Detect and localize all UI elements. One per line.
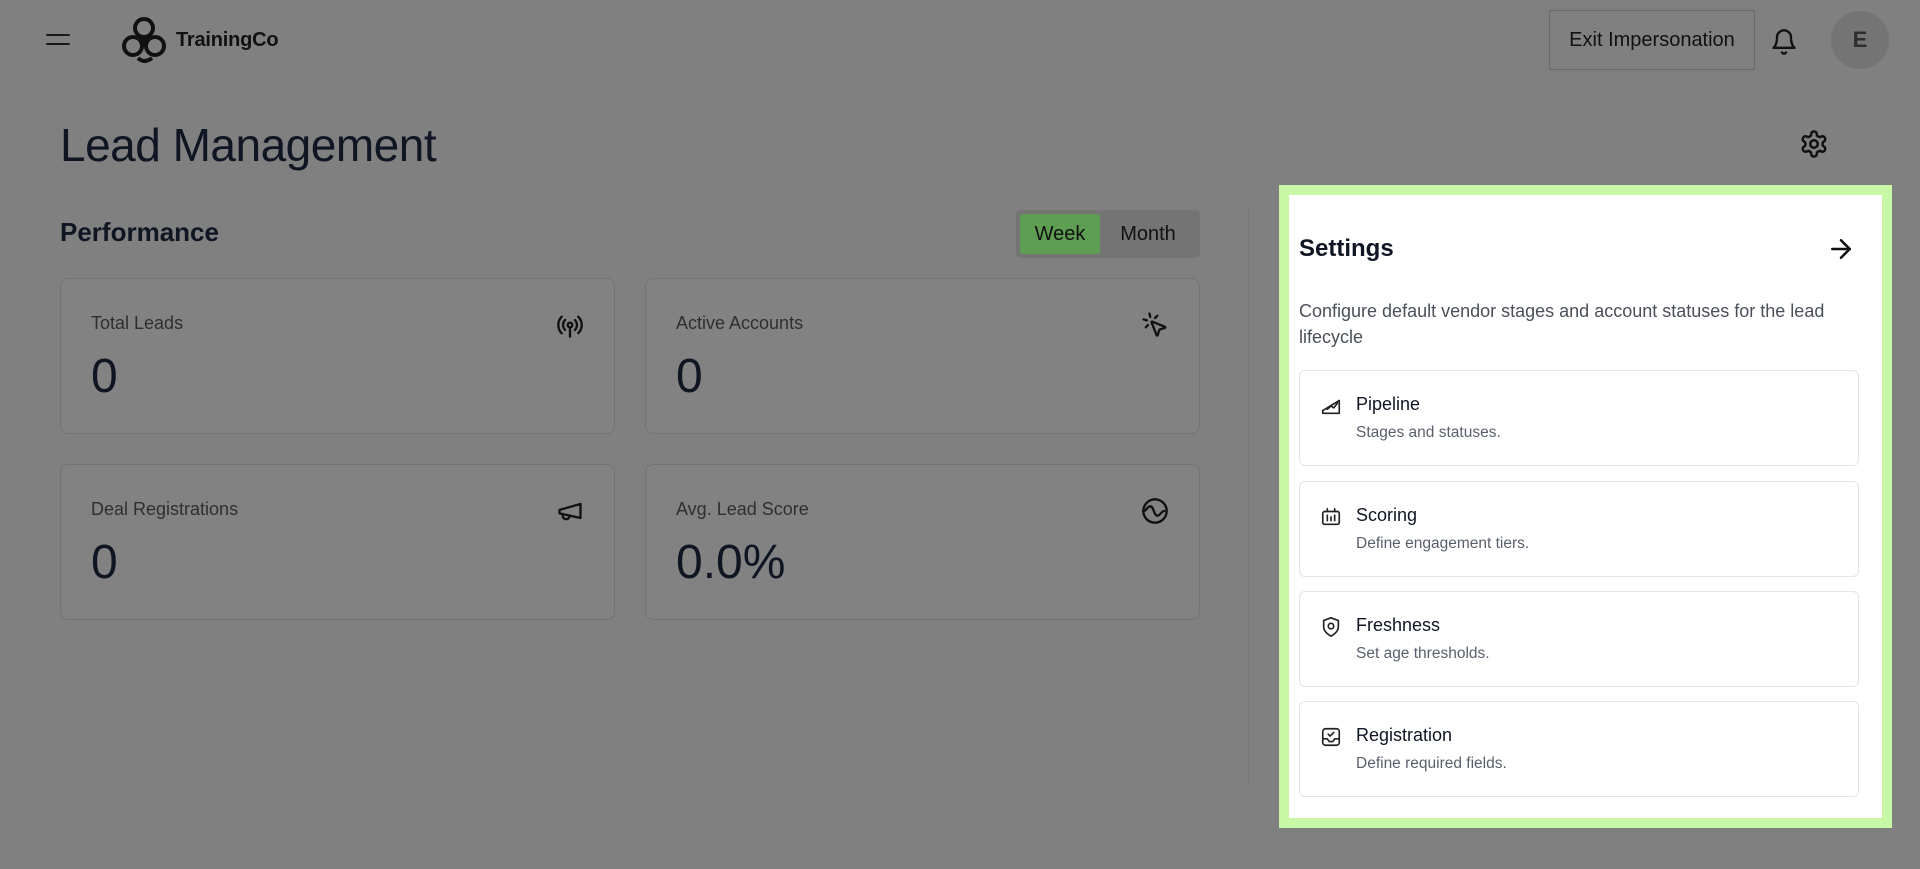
stat-card-value: 0.0%: [676, 536, 786, 589]
stat-card-label: Active Accounts: [676, 313, 804, 333]
shield-icon: [1322, 617, 1340, 637]
settings-title: Settings: [1299, 235, 1394, 262]
settings-item-registration[interactable]: Registration Define required fields.: [1299, 701, 1859, 797]
settings-description: Configure default vendor stages and acco…: [1299, 301, 1825, 347]
stat-card-value: 0: [91, 536, 118, 589]
period-toggle: Week Month: [1016, 210, 1200, 258]
settings-item-subtitle: Define required fields.: [1356, 755, 1507, 772]
bell-icon[interactable]: [1770, 28, 1798, 56]
logo-icon: [122, 17, 166, 63]
settings-item-subtitle: Define engagement tiers.: [1356, 535, 1530, 552]
period-option-month[interactable]: Month: [1104, 214, 1192, 254]
broadcast-icon: [557, 315, 583, 338]
top-bar: TrainingCo Exit Impersonation E: [0, 0, 1920, 80]
stat-card-total-leads: Total Leads 0: [60, 278, 615, 434]
stat-card-label: Total Leads: [91, 313, 184, 333]
stat-card-label: Avg. Lead Score: [676, 499, 809, 519]
section-divider: [1248, 208, 1249, 786]
settings-item-subtitle: Set age thresholds.: [1356, 645, 1490, 662]
stat-card-value: 0: [676, 350, 703, 403]
click-cursor-icon: [1142, 312, 1167, 337]
inbox-check-icon: [1321, 727, 1341, 747]
settings-panel: Settings Configure default vendor stages…: [1279, 185, 1892, 828]
logo-text: TrainingCo: [176, 28, 279, 51]
settings-item-subtitle: Stages and statuses.: [1356, 424, 1501, 441]
hamburger-menu-icon[interactable]: [44, 28, 72, 52]
period-option-week[interactable]: Week: [1020, 214, 1100, 254]
logo[interactable]: TrainingCo: [118, 14, 279, 66]
settings-item-freshness[interactable]: Freshness Set age thresholds.: [1299, 591, 1859, 687]
avatar[interactable]: E: [1831, 11, 1889, 69]
exit-impersonation-button[interactable]: Exit Impersonation: [1549, 10, 1755, 70]
performance-title: Performance: [60, 217, 219, 247]
stat-card-deal-registrations: Deal Registrations 0: [60, 464, 615, 620]
stat-card-active-accounts: Active Accounts 0: [645, 278, 1200, 434]
settings-item-pipeline[interactable]: Pipeline Stages and statuses.: [1299, 370, 1859, 466]
gauge-wave-icon: [1142, 498, 1168, 524]
stat-card-label: Deal Registrations: [91, 499, 239, 519]
settings-item-title: Registration: [1356, 725, 1453, 745]
settings-item-title: Pipeline: [1356, 394, 1421, 414]
settings-item-title: Scoring: [1356, 505, 1418, 525]
gear-icon[interactable]: [1799, 129, 1829, 159]
settings-item-title: Freshness: [1356, 615, 1441, 635]
megaphone-icon: [558, 502, 582, 521]
stat-card-avg-lead-score: Avg. Lead Score 0.0%: [645, 464, 1200, 620]
stat-card-value: 0: [91, 350, 118, 403]
scoring-icon: [1321, 507, 1341, 526]
page-title: Lead Management: [60, 119, 437, 171]
settings-item-scoring[interactable]: Scoring Define engagement tiers.: [1299, 481, 1859, 577]
arrow-right-icon[interactable]: [1826, 234, 1856, 264]
pipeline-chart-icon: [1321, 399, 1341, 415]
